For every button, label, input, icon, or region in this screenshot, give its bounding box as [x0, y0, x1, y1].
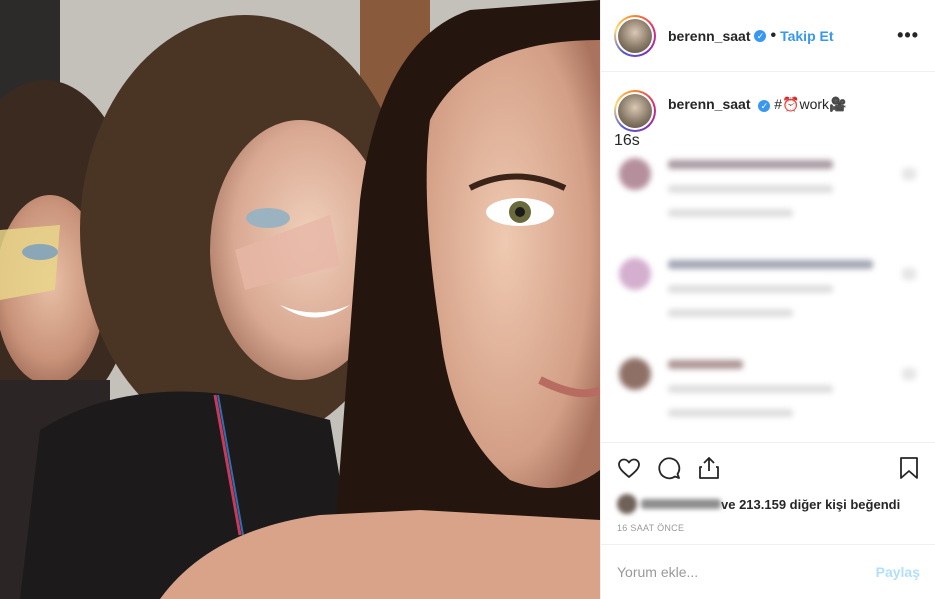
heart-icon[interactable]	[617, 456, 641, 485]
verified-badge-icon: ✓	[754, 29, 767, 42]
post-comment-button[interactable]: Paylaş	[876, 564, 920, 580]
post-actions: ve 213.159 diğer kişi beğendi 16 SAAT ÖN…	[601, 442, 935, 533]
separator: •	[770, 26, 777, 44]
comment-input[interactable]	[617, 564, 876, 580]
follow-button[interactable]: Takip Et	[780, 28, 833, 44]
author-avatar[interactable]	[614, 14, 656, 57]
likes-count[interactable]: ve 213.159 diğer kişi beğendi	[721, 497, 900, 512]
post-photo[interactable]	[0, 0, 600, 599]
share-icon[interactable]	[697, 456, 721, 485]
comment-item	[614, 354, 920, 442]
caption-avatar[interactable]	[614, 90, 656, 132]
liker-avatar	[617, 493, 721, 515]
selfie-image	[0, 0, 600, 599]
comment-item	[614, 254, 920, 350]
comments-section[interactable]: berenn_saat ✓ #⏰work🎥 16s	[601, 72, 935, 442]
verified-badge-icon: ✓	[758, 100, 771, 112]
author-username[interactable]: berenn_saat	[668, 28, 750, 44]
bookmark-icon[interactable]	[898, 456, 920, 485]
post-side-panel: berenn_saat ✓ • Takip Et ••• berenn_saat…	[600, 0, 935, 599]
add-comment-bar: Paylaş	[601, 544, 935, 599]
more-options-icon[interactable]: •••	[897, 25, 919, 46]
caption-text: #⏰work🎥	[774, 96, 847, 112]
post-timestamp[interactable]: 16 SAAT ÖNCE	[617, 523, 920, 533]
post-caption: berenn_saat ✓ #⏰work🎥	[614, 90, 920, 132]
caption-time: 16s	[614, 132, 640, 149]
comment-icon[interactable]	[657, 456, 681, 485]
caption-username[interactable]: berenn_saat	[668, 96, 750, 112]
comment-item	[614, 154, 920, 250]
post-header: berenn_saat ✓ • Takip Et •••	[601, 0, 935, 72]
likes-summary[interactable]: ve 213.159 diğer kişi beğendi	[617, 493, 920, 515]
